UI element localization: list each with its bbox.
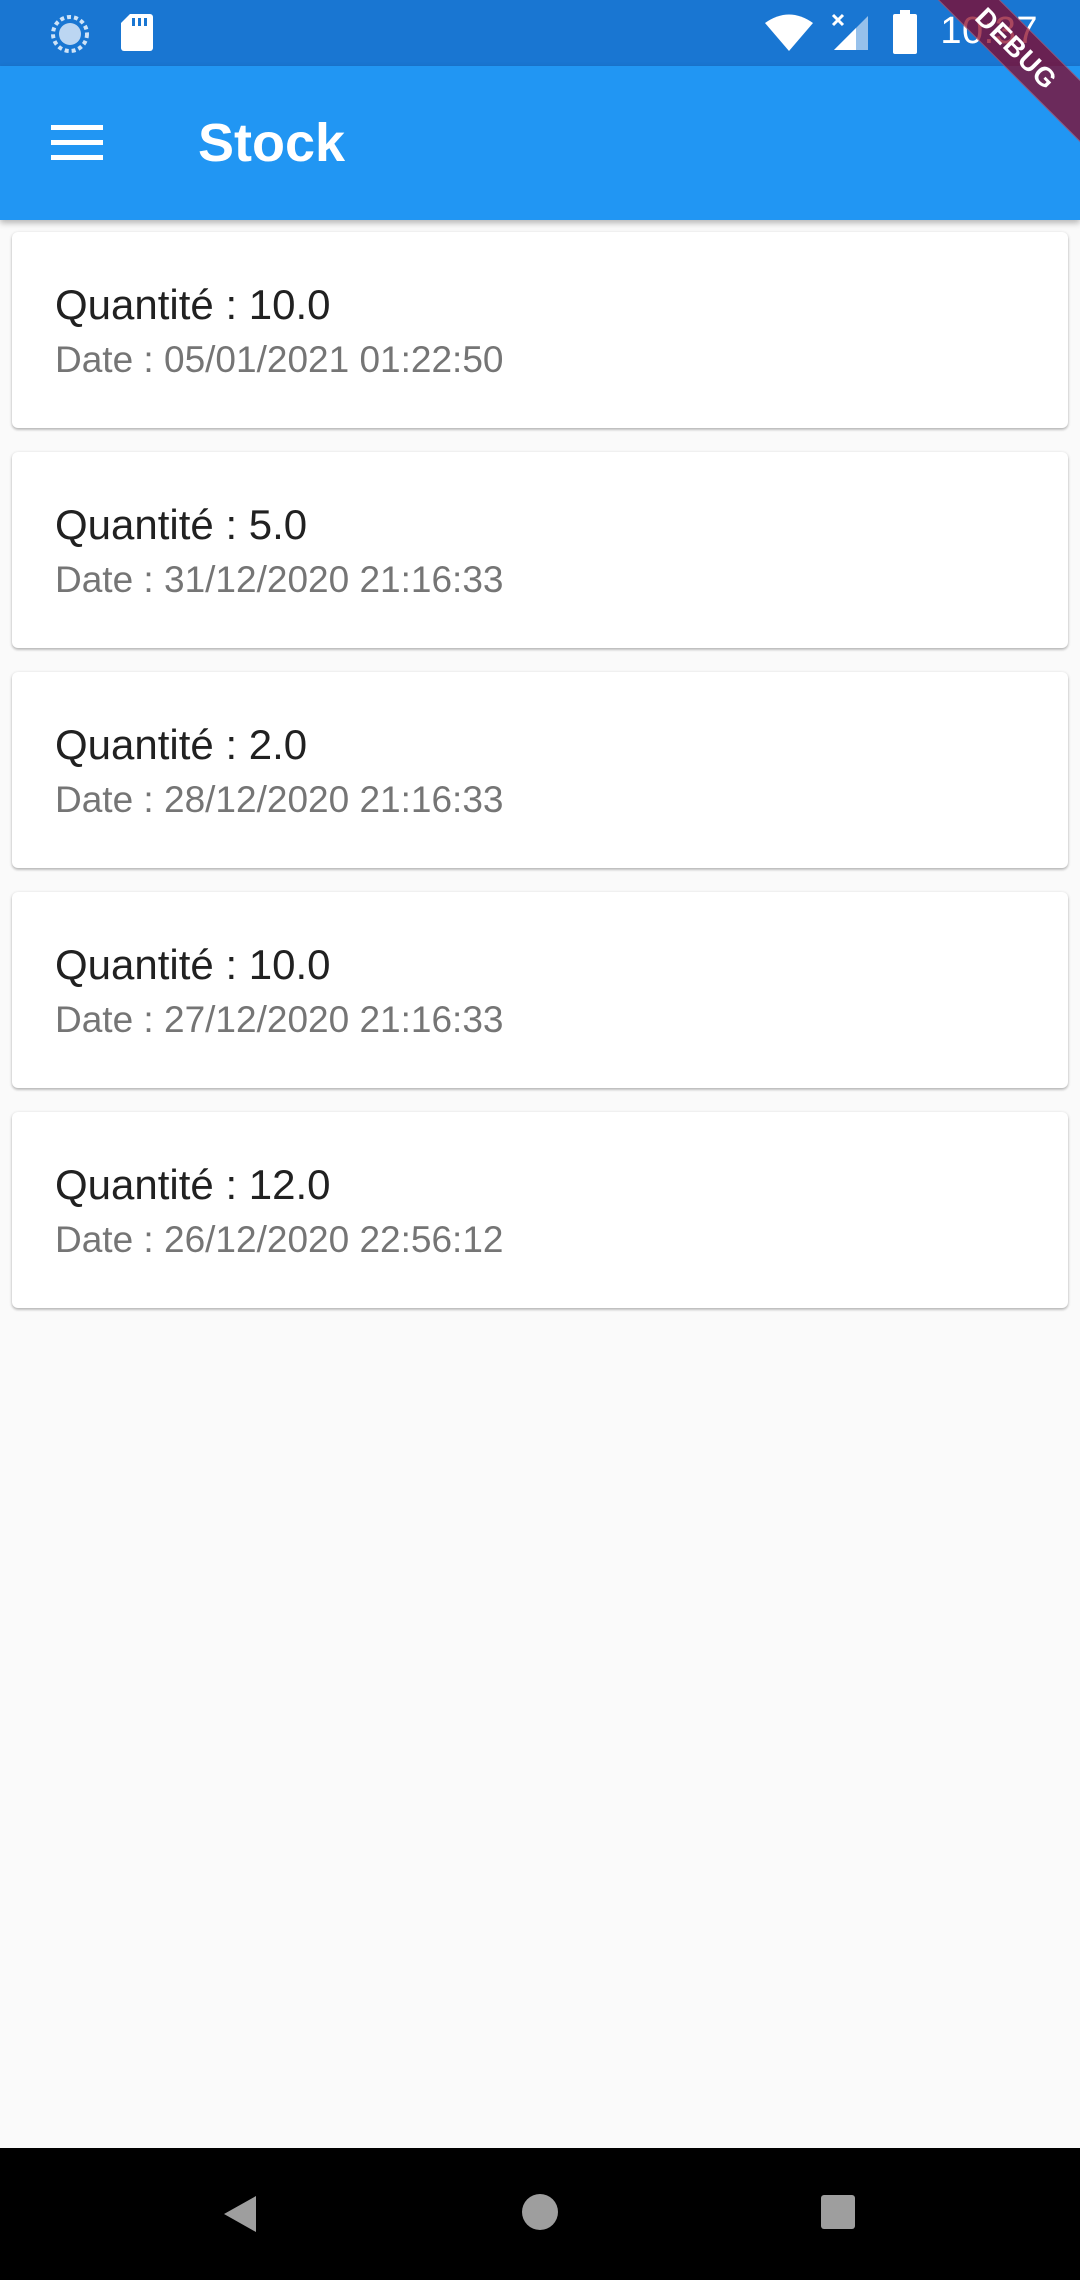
sync-icon <box>50 14 90 59</box>
date-text: Date : 05/01/2021 01:22:50 <box>55 339 504 380</box>
recents-button[interactable] <box>820 2194 856 2235</box>
quantity-text: Quantité : 10.0 <box>55 941 331 988</box>
date-text: Date : 28/12/2020 21:16:33 <box>55 779 504 820</box>
quantity-text: Quantité : 5.0 <box>55 501 308 548</box>
recents-icon <box>821 2195 855 2229</box>
status-bar: 10:37 <box>0 0 1080 66</box>
stock-card[interactable]: Quantité : 10.0 Date : 05/01/2021 01:22:… <box>12 232 1068 428</box>
page-title: Stock <box>198 113 346 173</box>
date-text: Date : 27/12/2020 21:16:33 <box>55 999 504 1040</box>
back-icon <box>224 2196 256 2232</box>
hamburger-menu-icon <box>51 125 103 160</box>
stock-card[interactable]: Quantité : 10.0 Date : 27/12/2020 21:16:… <box>12 892 1068 1088</box>
sd-card-icon <box>120 12 154 57</box>
home-icon <box>522 2194 558 2230</box>
app-bar: Stock <box>0 66 1080 220</box>
stock-card[interactable]: Quantité : 12.0 Date : 26/12/2020 22:56:… <box>12 1112 1068 1308</box>
wifi-icon <box>764 14 814 57</box>
quantity-text: Quantité : 2.0 <box>55 721 308 768</box>
cell-signal-icon <box>830 12 870 57</box>
stock-card[interactable]: Quantité : 5.0 Date : 31/12/2020 21:16:3… <box>12 452 1068 648</box>
home-button[interactable] <box>520 2192 560 2237</box>
date-text: Date : 31/12/2020 21:16:33 <box>55 559 504 600</box>
quantity-text: Quantité : 10.0 <box>55 281 331 328</box>
stock-list: Quantité : 10.0 Date : 05/01/2021 01:22:… <box>12 232 1068 1332</box>
date-text: Date : 26/12/2020 22:56:12 <box>55 1219 504 1260</box>
battery-icon <box>892 10 918 59</box>
stock-card[interactable]: Quantité : 2.0 Date : 28/12/2020 21:16:3… <box>12 672 1068 868</box>
back-button[interactable] <box>222 2194 258 2239</box>
quantity-text: Quantité : 12.0 <box>55 1161 331 1208</box>
menu-button[interactable] <box>26 109 128 177</box>
system-nav-bar <box>0 2148 1080 2280</box>
